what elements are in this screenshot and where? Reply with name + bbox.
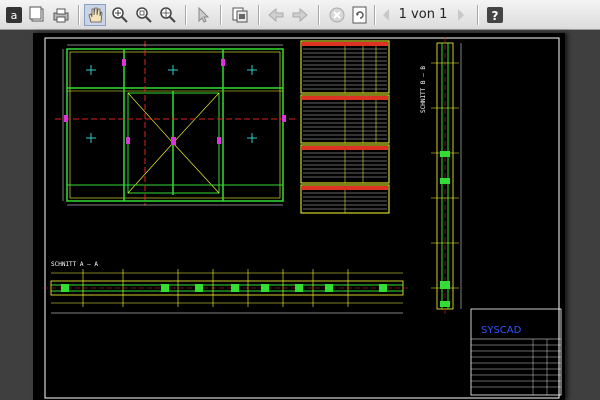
- zoom-in-icon: [112, 7, 128, 23]
- select-arrow-icon: [198, 6, 210, 23]
- zoom-region-button[interactable]: [133, 4, 155, 26]
- toolbar-separator: [220, 5, 221, 25]
- zoom-region-icon: [136, 7, 152, 23]
- syscad-logo: SYSCAD: [481, 325, 522, 336]
- back-button[interactable]: [265, 4, 287, 26]
- single-page-icon: [29, 6, 44, 22]
- forward-arrow-icon: [292, 7, 308, 23]
- copy-icon: [232, 7, 248, 23]
- data-tables: [300, 40, 390, 214]
- stop-button[interactable]: [326, 4, 348, 26]
- forward-button[interactable]: [289, 4, 311, 26]
- select-button[interactable]: [192, 4, 214, 26]
- refresh-icon: [352, 6, 367, 24]
- section-a-a: SCHNITT A — A: [43, 261, 409, 314]
- cad-drawing-sheet: SCHNITT B — B SCHNITT A — A SYSCAD: [33, 33, 565, 400]
- section-b-b: SCHNITT B — B: [420, 37, 462, 315]
- toolbar-separator: [477, 5, 478, 25]
- svg-text:?: ?: [492, 9, 499, 23]
- document-viewport[interactable]: SCHNITT B — B SCHNITT A — A SYSCAD: [0, 31, 600, 400]
- toolbar-separator: [258, 5, 259, 25]
- help-button[interactable]: ?: [484, 4, 506, 26]
- toolbar-separator: [185, 5, 186, 25]
- single-page-button[interactable]: [27, 4, 49, 26]
- zoom-in-button[interactable]: [109, 4, 131, 26]
- refresh-button[interactable]: [349, 4, 371, 26]
- section-a-label: SCHNITT A — A: [51, 261, 98, 268]
- viewer-toolbar: a 1 von 1 ?: [0, 0, 600, 30]
- page-indicator: 1 von 1: [398, 7, 448, 22]
- app-menu-icon: a: [6, 7, 22, 23]
- toolbar-separator: [78, 5, 79, 25]
- prev-page-icon: [383, 9, 389, 21]
- section-b-label: SCHNITT B — B: [420, 66, 427, 113]
- zoom-fit-icon: [160, 7, 176, 23]
- toolbar-separator: [318, 5, 319, 25]
- print-button[interactable]: [50, 4, 72, 26]
- copy-button[interactable]: [229, 4, 251, 26]
- svg-text:a: a: [11, 9, 18, 22]
- back-arrow-icon: [268, 7, 284, 23]
- drawing-border: [44, 37, 560, 399]
- print-icon: [53, 8, 69, 23]
- next-page-icon: [458, 9, 464, 21]
- cad-drawing: SCHNITT B — B SCHNITT A — A SYSCAD: [43, 37, 562, 399]
- stop-icon: [329, 7, 345, 23]
- help-icon: ?: [487, 7, 503, 23]
- window-elevation: [55, 41, 295, 206]
- next-page-button[interactable]: [450, 4, 472, 26]
- pan-hand-icon: [88, 7, 103, 23]
- pan-tool-button[interactable]: [84, 4, 106, 26]
- zoom-fit-button[interactable]: [157, 4, 179, 26]
- title-block: SYSCAD: [470, 308, 562, 396]
- app-menu-button[interactable]: a: [3, 4, 25, 26]
